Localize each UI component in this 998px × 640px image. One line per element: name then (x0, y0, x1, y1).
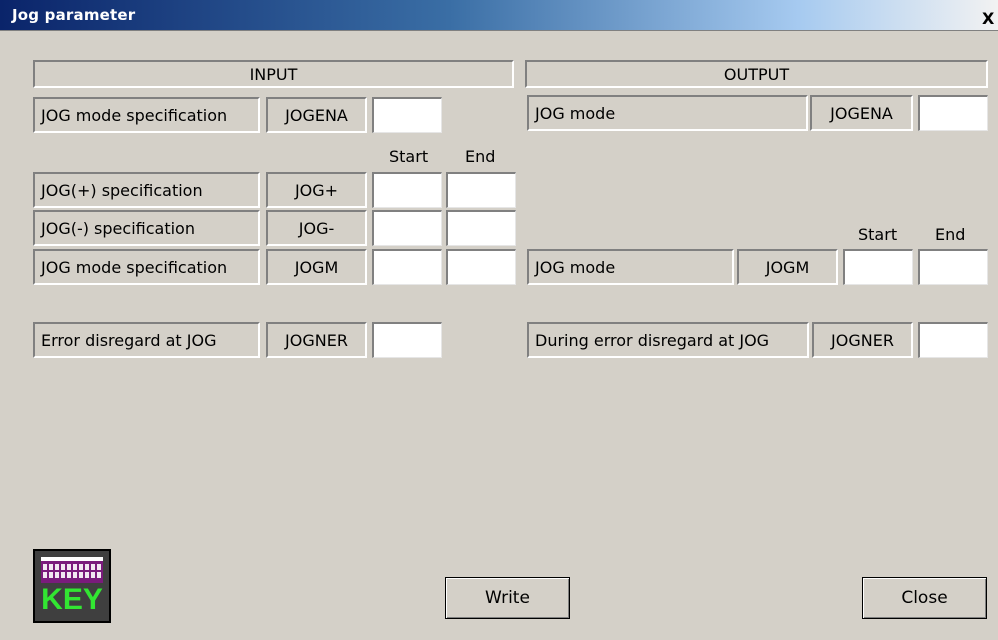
input-jogplus-label: JOG(+) specification (33, 172, 260, 208)
input-jogplus-start-field[interactable] (372, 172, 442, 208)
input-jogm-start-field[interactable] (372, 249, 442, 285)
key-label: KEY (41, 583, 103, 616)
input-jogminus-start-field[interactable] (372, 210, 442, 246)
input-jogplus-code: JOG+ (266, 172, 367, 208)
input-end-label: End (465, 147, 496, 166)
keyboard-icon[interactable]: KEY (33, 549, 111, 623)
close-icon[interactable]: X (982, 10, 998, 28)
input-jogplus-end-field[interactable] (446, 172, 516, 208)
output-jogena-label: JOG mode (527, 95, 808, 131)
input-jogminus-label: JOG(-) specification (33, 210, 260, 246)
input-jogner-label: Error disregard at JOG (33, 322, 260, 358)
input-jogm-code: JOGM (266, 249, 367, 285)
title-bar: Jog parameter X (0, 0, 998, 31)
output-jogena-field[interactable] (918, 95, 988, 131)
input-jogner-code: JOGNER (266, 322, 367, 358)
input-jogena-field[interactable] (372, 97, 442, 133)
keyboard-keys-divider (43, 570, 101, 572)
input-start-label: Start (389, 147, 429, 166)
output-jogm-code: JOGM (737, 249, 838, 285)
input-jogner-field[interactable] (372, 322, 442, 358)
output-jogena-code: JOGENA (810, 95, 913, 131)
output-jogm-label: JOG mode (527, 249, 734, 285)
input-jogminus-code: JOG- (266, 210, 367, 246)
output-jogm-start-field[interactable] (843, 249, 913, 285)
output-jogner-code: JOGNER (812, 322, 913, 358)
window-title: Jog parameter (12, 6, 136, 24)
output-start-label: Start (858, 225, 898, 244)
close-button[interactable]: Close (862, 577, 987, 619)
input-jogminus-end-field[interactable] (446, 210, 516, 246)
output-header: OUTPUT (525, 60, 988, 88)
input-header: INPUT (33, 60, 514, 88)
output-jogm-end-field[interactable] (918, 249, 988, 285)
input-jogena-label: JOG mode specification (33, 97, 260, 133)
output-end-label: End (935, 225, 966, 244)
input-jogm-label: JOG mode specification (33, 249, 260, 285)
write-button[interactable]: Write (445, 577, 570, 619)
input-jogm-end-field[interactable] (446, 249, 516, 285)
output-jogner-label: During error disregard at JOG (527, 322, 809, 358)
output-jogner-field[interactable] (918, 322, 988, 358)
input-jogena-code: JOGENA (266, 97, 367, 133)
